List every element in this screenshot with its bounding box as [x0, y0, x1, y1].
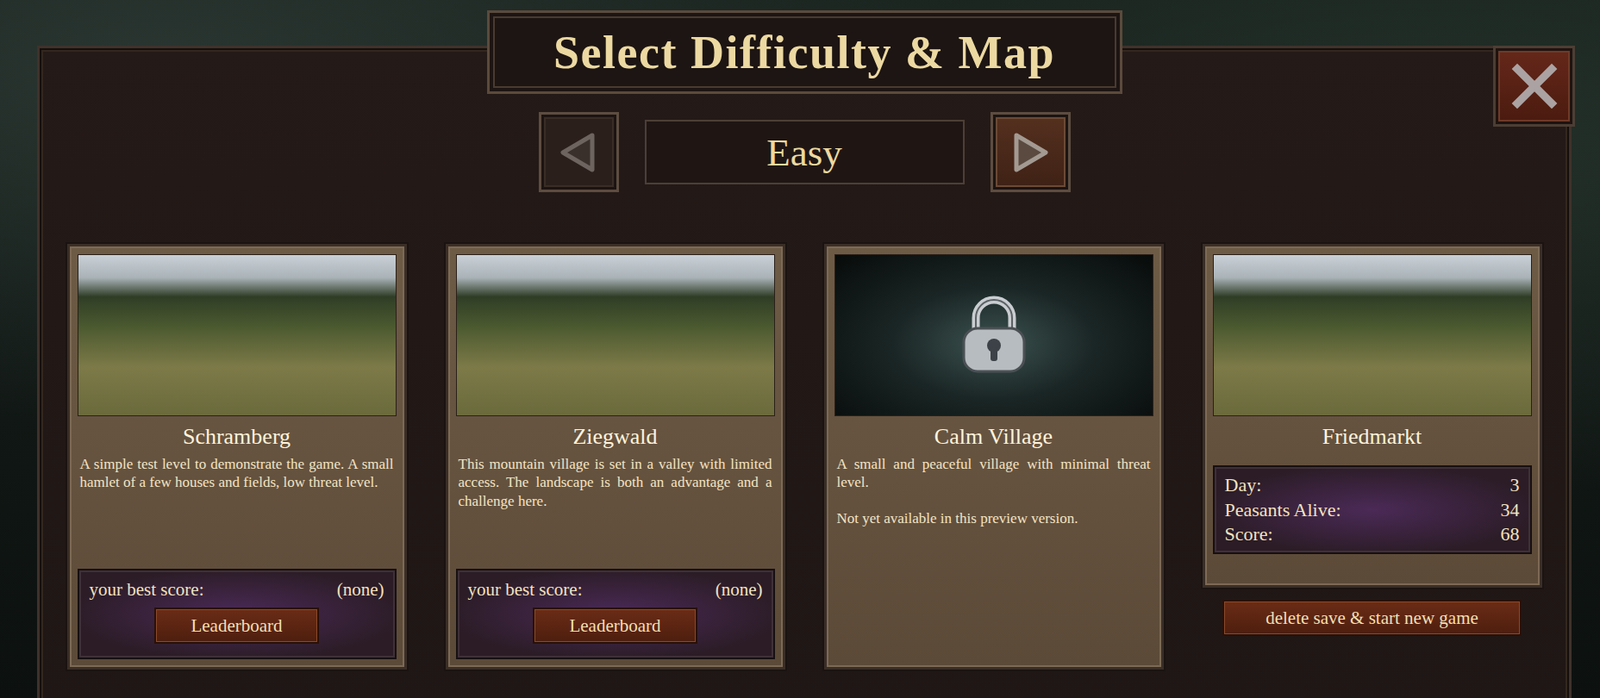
- right-arrow-icon: [1006, 126, 1055, 179]
- map-preview: [834, 254, 1154, 417]
- map-card[interactable]: Ziegwald This mountain village is set in …: [445, 243, 786, 670]
- best-score-row: your best score: (none): [89, 579, 385, 601]
- dialog-title: Select Difficulty & Map: [553, 25, 1056, 80]
- score-box: your best score: (none) Leaderboard: [77, 568, 397, 660]
- best-score-label: your best score:: [89, 579, 205, 601]
- left-arrow-icon: [554, 126, 603, 179]
- map-name: Calm Village: [834, 423, 1154, 450]
- best-score-value: (none): [337, 579, 385, 601]
- stat-value: 34: [1500, 499, 1520, 522]
- save-column: Friedmarkt Day: 3 Peasants Alive: 34 Score: 68…: [1202, 243, 1543, 637]
- map-name: Schramberg: [77, 423, 397, 450]
- best-score-value: (none): [715, 579, 763, 601]
- stat-value: 3: [1510, 474, 1520, 497]
- save-stats: Day: 3 Peasants Alive: 34 Score: 68: [1212, 465, 1532, 555]
- description-paragraph: A small and peaceful village with minima…: [837, 455, 1151, 493]
- map-list: Schramberg A simple test level to demonst…: [67, 243, 1543, 670]
- best-score-label: your best score:: [468, 579, 583, 601]
- difficulty-selector: Easy: [538, 112, 1071, 193]
- close-button[interactable]: [1493, 45, 1575, 127]
- leaderboard-button[interactable]: Leaderboard: [154, 607, 319, 644]
- next-difficulty-button[interactable]: [990, 112, 1071, 193]
- map-description: A simple test level to demonstrate the g…: [77, 455, 397, 510]
- padlock-icon: [958, 293, 1030, 377]
- dialog-panel: Select Difficulty & MapEasySchrambergA s…: [37, 45, 1572, 698]
- map-card[interactable]: Calm Village A small and peaceful village…: [824, 243, 1164, 670]
- best-score-row: your best score: (none): [468, 579, 763, 601]
- close-icon: [1510, 62, 1559, 111]
- difficulty-label: Easy: [644, 119, 965, 185]
- screen: Select Difficulty & Map Easy Schramberg A s…: [0, 0, 1600, 698]
- stat-label: Peasants Alive:: [1225, 499, 1342, 522]
- map-name: Friedmarkt: [1212, 423, 1532, 450]
- map-description: This mountain village is set in a valley…: [456, 455, 775, 528]
- map-preview: [77, 254, 397, 417]
- leaderboard-button[interactable]: Leaderboard: [532, 607, 698, 644]
- stat-row: Day: 3: [1225, 474, 1520, 497]
- description-paragraph: A simple test level to demonstrate the g…: [80, 455, 394, 493]
- map-preview: [1212, 254, 1532, 417]
- stat-label: Day:: [1225, 474, 1263, 497]
- description-paragraph: Not yet available in this preview versio…: [837, 509, 1151, 528]
- map-description: A small and peaceful village with minima…: [834, 455, 1154, 545]
- previous-difficulty-button[interactable]: [538, 112, 619, 193]
- map-preview: [456, 254, 775, 417]
- score-box: your best score: (none) Leaderboard: [456, 568, 775, 660]
- stat-value: 68: [1500, 523, 1520, 546]
- stat-row: Peasants Alive: 34: [1225, 499, 1520, 522]
- map-card[interactable]: Schramberg A simple test level to demonst…: [67, 243, 407, 670]
- map-card[interactable]: Friedmarkt Day: 3 Peasants Alive: 34 Score: 68: [1202, 243, 1543, 588]
- map-name: Ziegwald: [456, 423, 775, 450]
- description-paragraph: This mountain village is set in a valley…: [458, 455, 773, 511]
- title-plate: Select Difficulty & Map: [487, 10, 1123, 94]
- stat-label: Score:: [1225, 523, 1274, 546]
- delete-save-button[interactable]: delete save & start new game: [1222, 600, 1522, 637]
- stat-row: Score: 68: [1225, 523, 1520, 546]
